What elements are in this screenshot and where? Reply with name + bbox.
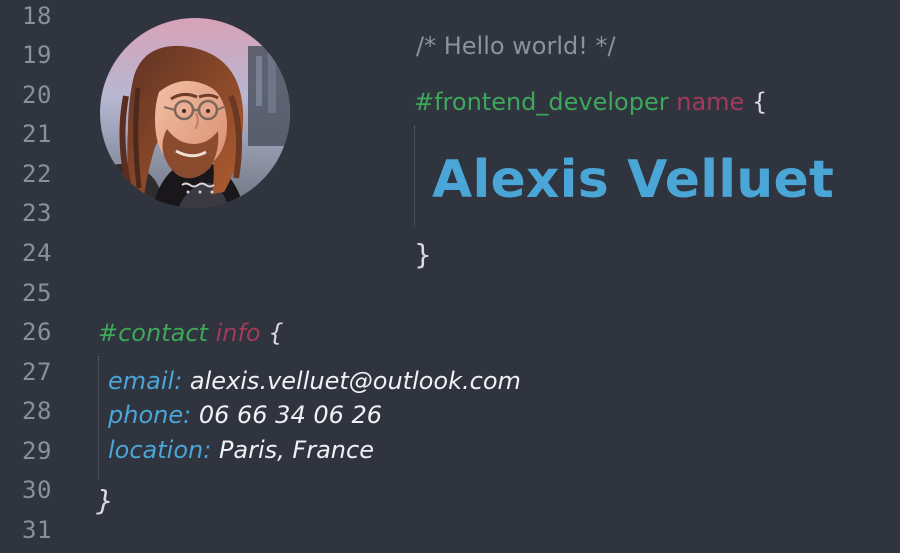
contact-open-brace: { (268, 319, 284, 347)
developer-name: Alexis Velluet (432, 150, 835, 210)
line-number: 22 (22, 160, 52, 188)
line-number: 31 (22, 516, 52, 544)
contact-selector-id: #contact (98, 319, 208, 347)
line-number: 20 (22, 81, 52, 109)
code-comment: /* Hello world! */ (416, 32, 616, 60)
location-key: location: (108, 436, 212, 464)
line-number: 26 (22, 318, 52, 346)
line-number: 24 (22, 239, 52, 267)
code-editor: 18 19 20 21 22 23 24 25 26 27 28 29 30 3… (0, 0, 900, 553)
line-number: 23 (22, 199, 52, 227)
developer-selector-tag: name (676, 88, 745, 116)
email-value: alexis.velluet@outlook.com (189, 367, 521, 395)
line-number: 21 (22, 120, 52, 148)
line-number: 27 (22, 358, 52, 386)
contact-phone-row: phone: 06 66 34 06 26 (108, 401, 382, 429)
contact-selector-line: #contact info { (98, 319, 284, 347)
indent-guide (414, 126, 415, 226)
contact-indent-guide (98, 356, 99, 480)
profile-photo-icon (100, 18, 290, 208)
email-key: email: (108, 367, 183, 395)
line-number: 28 (22, 397, 52, 425)
developer-close-brace: } (414, 238, 432, 271)
developer-selector-line: #frontend_developer name { (414, 88, 767, 116)
phone-key: phone: (108, 401, 192, 429)
avatar (100, 18, 290, 208)
developer-selector-id: #frontend_developer (414, 88, 669, 116)
line-number-gutter: 18 19 20 21 22 23 24 25 26 27 28 29 30 3… (0, 0, 78, 553)
developer-open-brace: { (751, 88, 768, 116)
line-number: 19 (22, 41, 52, 69)
contact-close-brace: } (96, 484, 114, 517)
line-number: 29 (22, 437, 52, 465)
contact-location-row: location: Paris, France (108, 436, 374, 464)
line-number: 18 (22, 2, 52, 30)
contact-email-row: email: alexis.velluet@outlook.com (108, 367, 521, 395)
location-value: Paris, France (218, 436, 374, 464)
line-number: 25 (22, 279, 52, 307)
line-number: 30 (22, 476, 52, 504)
phone-value: 06 66 34 06 26 (198, 401, 383, 429)
contact-selector-tag: info (215, 319, 261, 347)
